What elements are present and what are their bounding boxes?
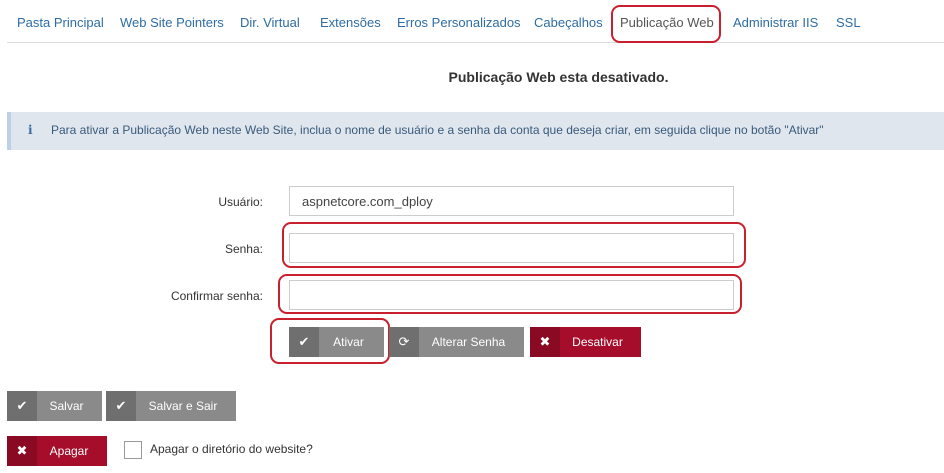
check-icon: ✔	[289, 327, 319, 357]
info-message: i Para ativar a Publicação Web neste Web…	[7, 112, 944, 150]
activate-button[interactable]: ✔ Ativar	[289, 327, 384, 357]
deactivate-button-label: Desativar	[572, 335, 623, 349]
close-icon: ✖	[7, 436, 37, 466]
change-password-button-label: Alterar Senha	[431, 335, 506, 349]
save-and-exit-button[interactable]: ✔ Salvar e Sair	[106, 391, 236, 421]
tab-bar: Pasta Principal Web Site Pointers Dir. V…	[7, 0, 944, 43]
status-title: Publicação Web esta desativado.	[448, 69, 669, 85]
username-input[interactable]	[289, 186, 734, 216]
tab-cabecalhos[interactable]: Cabeçalhos	[534, 15, 603, 31]
save-and-exit-button-label: Salvar e Sair	[148, 399, 218, 413]
refresh-icon: ⟳	[389, 327, 419, 357]
tab-publicacao-web[interactable]: Publicação Web	[620, 15, 714, 31]
deactivate-button[interactable]: ✖ Desativar	[530, 327, 641, 357]
change-password-button[interactable]: ⟳ Alterar Senha	[389, 327, 524, 357]
tab-administrar-iis[interactable]: Administrar IIS	[733, 15, 818, 31]
delete-directory-label: Apagar o diretório do website?	[150, 442, 313, 456]
tab-erros-personalizados[interactable]: Erros Personalizados	[397, 15, 521, 31]
check-icon: ✔	[106, 391, 136, 421]
info-icon: i	[28, 123, 33, 137]
delete-button-label: Apagar	[49, 444, 89, 458]
save-button-label: Salvar	[49, 399, 84, 413]
tab-extensoes[interactable]: Extensões	[320, 15, 381, 31]
tab-dir-virtual[interactable]: Dir. Virtual	[240, 15, 300, 31]
activate-button-label: Ativar	[333, 335, 364, 349]
tab-pasta-principal[interactable]: Pasta Principal	[17, 15, 104, 31]
tab-web-site-pointers[interactable]: Web Site Pointers	[120, 15, 224, 31]
save-button[interactable]: ✔ Salvar	[7, 391, 102, 421]
username-label: Usuário:	[218, 195, 263, 209]
confirm-password-input[interactable]	[289, 280, 734, 310]
delete-button[interactable]: ✖ Apagar	[7, 436, 107, 466]
check-icon: ✔	[7, 391, 37, 421]
confirm-password-label: Confirmar senha:	[170, 289, 263, 303]
close-icon: ✖	[530, 327, 560, 357]
password-input[interactable]	[289, 233, 734, 263]
info-text: Para ativar a Publicação Web neste Web S…	[51, 123, 824, 137]
password-label: Senha:	[224, 242, 263, 256]
tab-ssl[interactable]: SSL	[836, 15, 861, 31]
delete-directory-checkbox[interactable]	[124, 441, 142, 459]
